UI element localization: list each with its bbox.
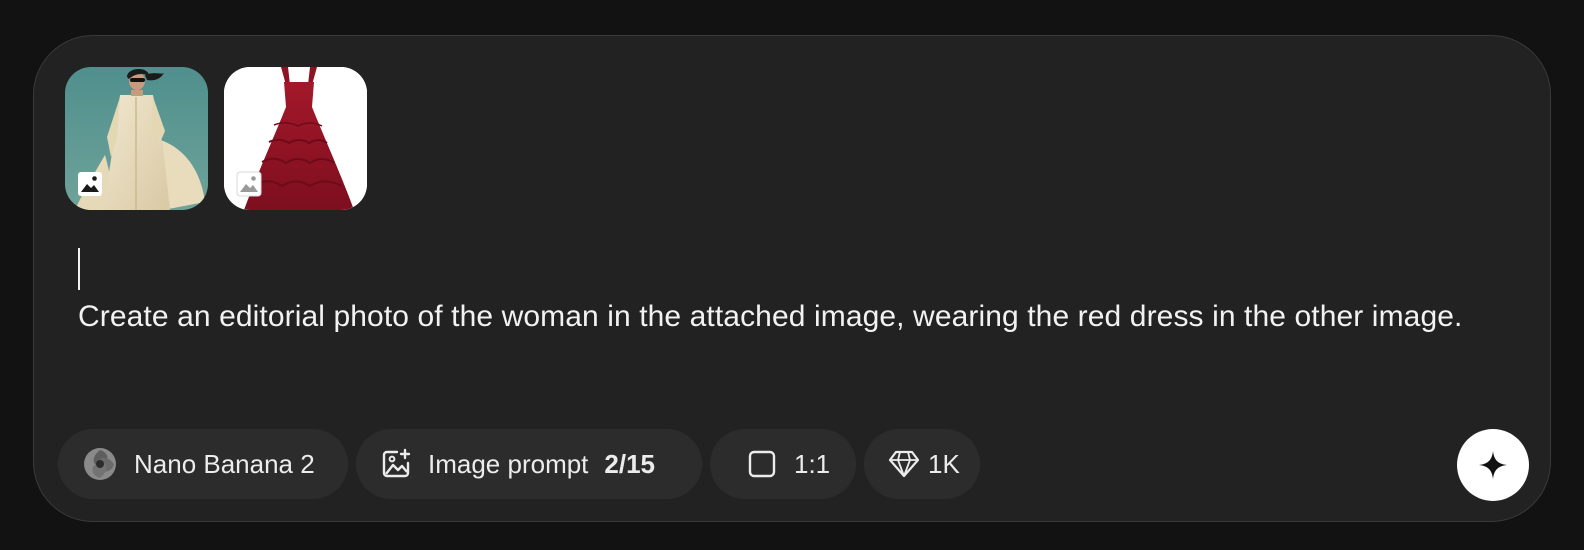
- image-icon: [78, 172, 102, 196]
- attachment-thumbnail-red-dress[interactable]: [224, 67, 367, 210]
- generate-button[interactable]: [1457, 429, 1529, 501]
- text-cursor: [78, 248, 80, 290]
- sparkle-icon: [1479, 451, 1507, 479]
- prompt-composer: Create an editorial photo of the woman i…: [33, 35, 1551, 522]
- image-prompt-label: Image prompt: [428, 448, 589, 479]
- model-swirl-icon: [84, 448, 116, 480]
- image-prompt-button[interactable]: Image prompt 2/15: [356, 429, 702, 499]
- diamond-icon: [888, 450, 920, 478]
- image-icon: [236, 171, 262, 197]
- aspect-ratio-button[interactable]: 1:1: [710, 429, 856, 499]
- prompt-text-input[interactable]: Create an editorial photo of the woman i…: [78, 293, 1498, 340]
- model-name-label: Nano Banana 2: [134, 448, 315, 479]
- aspect-ratio-label: 1:1: [794, 448, 831, 479]
- attachment-thumbnail-woman[interactable]: [65, 67, 208, 210]
- image-add-icon: [382, 448, 411, 478]
- image-prompt-count: 2/15: [604, 448, 656, 479]
- square-icon: [748, 450, 776, 478]
- model-selector-button[interactable]: Nano Banana 2: [58, 429, 348, 499]
- resolution-label: 1K: [928, 448, 960, 479]
- resolution-button[interactable]: 1K: [864, 429, 980, 499]
